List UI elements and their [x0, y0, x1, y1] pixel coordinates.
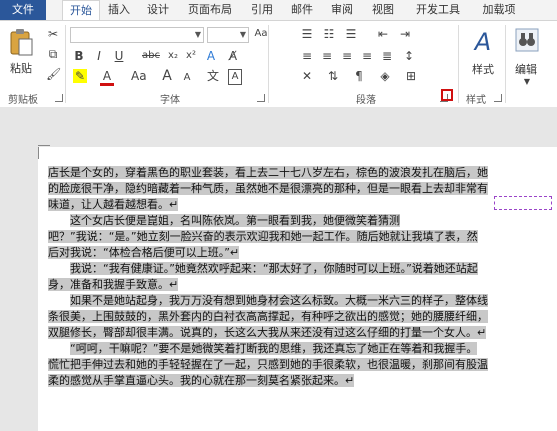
tab-insert[interactable]: 插入: [104, 0, 134, 20]
text-line: 后对我说：“体检合格后便可以上班。”↵: [48, 246, 240, 259]
show-marks-icon[interactable]: ¶: [352, 69, 366, 83]
increase-indent-icon[interactable]: ⇥: [398, 27, 412, 41]
clipboard-launcher-icon[interactable]: [55, 94, 63, 102]
binoculars-icon[interactable]: [514, 27, 540, 53]
copy-icon[interactable]: ⧉: [46, 47, 60, 61]
group-divider: [505, 25, 506, 103]
subscript-icon[interactable]: x₂: [166, 49, 180, 63]
shading-icon[interactable]: Aa: [131, 69, 147, 83]
paste-label[interactable]: 粘贴: [10, 60, 32, 76]
decrease-indent-icon[interactable]: ⇤: [376, 27, 390, 41]
chinese-layout-icon[interactable]: ✕: [300, 69, 314, 83]
font-name-combo[interactable]: ▼: [70, 27, 204, 43]
group-divider: [65, 25, 66, 103]
line-spacing-icon[interactable]: ↕: [402, 49, 416, 63]
distributed-icon[interactable]: ≣: [380, 49, 394, 63]
paste-icon[interactable]: [8, 27, 34, 57]
font-color-icon[interactable]: A: [100, 69, 114, 86]
chevron-down-icon: ▼: [194, 30, 201, 39]
text-line: 这个女店长便是崑姐，名叫陈依岚。第一眼看到我，她便微笑着猜测: [70, 214, 400, 227]
superscript-icon[interactable]: x²: [184, 49, 198, 63]
enclose-character-icon[interactable]: A: [228, 69, 242, 85]
underline-icon[interactable]: U: [113, 49, 125, 63]
text-line: 身，准备和我握手致意。↵: [48, 278, 179, 291]
text-line: 双腿修长，臀部却很丰满。说真的，长这么大我从来还没有过这么仔细的打量一个女人。↵: [48, 326, 487, 339]
document-text[interactable]: 店长是个女的，穿着黑色的职业套装，看上去二十七八岁左右，棕色的波浪发扎在脑后，她…: [48, 165, 550, 389]
highlight-icon[interactable]: ✎: [73, 69, 87, 83]
italic-icon[interactable]: I: [93, 49, 105, 63]
text-line: 柔的感觉从手掌直逼心头。我的心就在那一刻莫名紧张起来。↵: [48, 374, 355, 387]
styles-label[interactable]: 样式: [472, 61, 494, 77]
font-size-combo[interactable]: ▼: [207, 27, 249, 43]
shading-bucket-icon[interactable]: ◈: [378, 69, 392, 83]
bullets-icon[interactable]: ☰: [300, 27, 314, 41]
text-line: 店长是个女的，穿着黑色的职业套装，看上去二十七八岁左右，棕色的波浪发扎在脑后，她: [48, 166, 488, 179]
justify-icon[interactable]: ≡: [360, 49, 374, 63]
chevron-down-icon[interactable]: ▼: [521, 75, 533, 89]
sort-icon[interactable]: ⇅: [326, 69, 340, 83]
clear-formatting-icon[interactable]: A̸: [226, 49, 240, 63]
change-case-icon[interactable]: Aa: [254, 27, 268, 41]
text-line: 条很美，上围鼓鼓的，黑外套内的白衬衣高高撑起，有种呼之欲出的感觉；她的腰腰纤细，: [48, 310, 488, 323]
tab-page-layout[interactable]: 页面布局: [182, 0, 238, 20]
multilevel-list-icon[interactable]: ☰: [344, 27, 358, 41]
tab-review[interactable]: 审阅: [327, 0, 357, 20]
phonetic-icon[interactable]: 文: [206, 69, 220, 83]
text-line: 慌忙把手伸过去和她的手轻轻握在了一起，只感到她的手很柔软，也很温暖，刹那间有股温: [48, 358, 488, 371]
format-painter-icon[interactable]: 🖌: [46, 67, 61, 81]
ribbon: 粘贴 ✂ ⧉ 🖌 剪贴板 ▼ ▼ Aa B I U abc x₂ x² A A̸…: [0, 20, 557, 108]
grow-font-icon[interactable]: A: [160, 69, 174, 83]
margin-corner-mark: [38, 147, 39, 159]
cut-icon[interactable]: ✂: [46, 27, 60, 41]
bold-icon[interactable]: B: [73, 49, 85, 63]
group-divider: [458, 25, 459, 103]
align-left-icon[interactable]: ≡: [300, 49, 314, 63]
numbering-icon[interactable]: ☷: [322, 27, 336, 41]
paragraph-launcher-highlight: [441, 89, 453, 101]
text-line: 如果不是她站起身，我万万没有想到她身材会这么标致。大概一米六三的样子，整体线: [70, 294, 488, 307]
tab-design[interactable]: 设计: [143, 0, 173, 20]
text-line: 的脸庞很干净，隐约暗藏着一种气质，虽然她不是很漂亮的那种，但是一眼看上去却非常有: [48, 182, 488, 195]
tab-addins[interactable]: 加载项: [476, 0, 522, 20]
styles-group-label: 样式: [466, 95, 486, 106]
text-line: 我说：“我有健康证。”她竟然欢呼起来：“那太好了，你随时可以上班。”说着她还站起: [70, 262, 478, 275]
group-divider: [268, 25, 269, 103]
styles-icon[interactable]: A: [470, 27, 496, 57]
tab-mailings[interactable]: 邮件: [287, 0, 317, 20]
shrink-font-icon[interactable]: A: [180, 71, 194, 85]
text-line: 味道，让人越看越想看。↵: [48, 198, 179, 211]
clipboard-group-label: 剪贴板: [8, 95, 38, 106]
strikethrough-icon[interactable]: abc: [141, 49, 161, 63]
styles-launcher-icon[interactable]: [494, 94, 502, 102]
chevron-down-icon: ▼: [239, 30, 246, 39]
tab-developer[interactable]: 开发工具: [410, 0, 466, 20]
font-launcher-icon[interactable]: [257, 94, 265, 102]
align-center-icon[interactable]: ≡: [320, 49, 334, 63]
text-effects-icon[interactable]: A: [204, 49, 218, 63]
borders-icon[interactable]: ⊞: [404, 69, 418, 83]
align-right-icon[interactable]: ≡: [340, 49, 354, 63]
margin-corner-mark: [38, 145, 50, 146]
tab-file[interactable]: 文件: [0, 0, 46, 20]
text-line: “呵呵，干嘛呢？”要不是她微笑着打断我的思维，我还真忘了她正在等着和我握手。: [70, 342, 478, 355]
font-group-label: 字体: [160, 95, 180, 106]
tab-home[interactable]: 开始: [62, 0, 100, 21]
paragraph-group-label: 段落: [356, 95, 376, 106]
text-line: 吧？”我说：“是。”她立刻一脸兴奋的表示欢迎我和她一起工作。随后她就让我填了表，…: [48, 230, 478, 243]
tab-view[interactable]: 视图: [368, 0, 398, 20]
selection-outline: [494, 196, 552, 210]
ribbon-tab-bar: 文件 开始 插入 设计 页面布局 引用 邮件 审阅 视图 开发工具 加载项: [0, 0, 557, 21]
tab-references[interactable]: 引用: [247, 0, 277, 20]
